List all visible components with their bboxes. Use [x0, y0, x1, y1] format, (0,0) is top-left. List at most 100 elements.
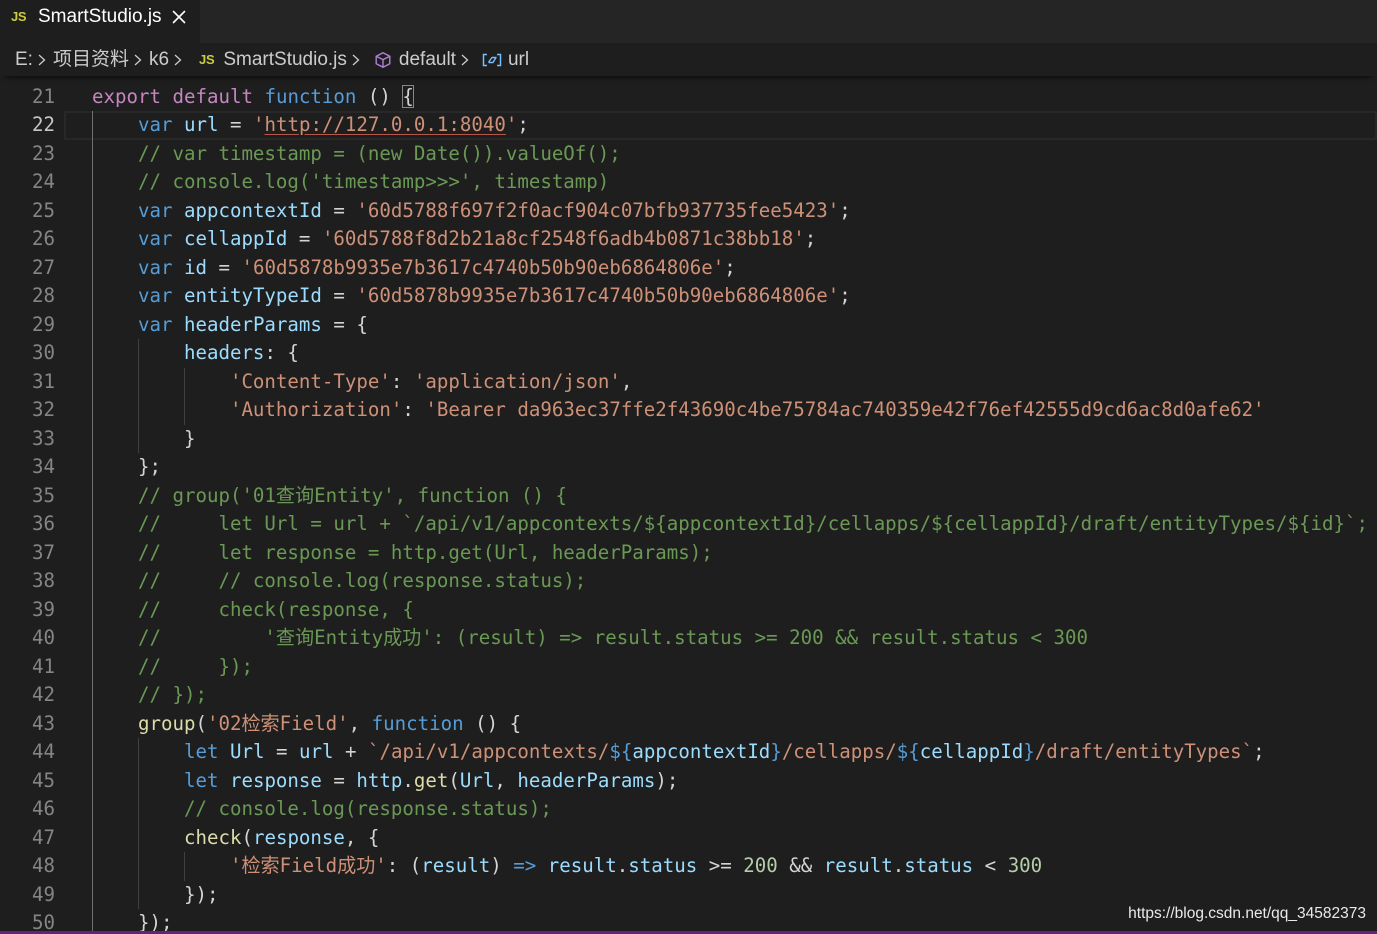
code-token: &&	[777, 854, 824, 878]
indent-guide	[183, 396, 185, 425]
tab-close-button[interactable]	[170, 8, 188, 26]
code-token: = {	[321, 312, 368, 336]
indent-guide	[92, 823, 93, 853]
line-number: 21	[32, 84, 55, 108]
code-token: ;	[724, 255, 736, 279]
code-line[interactable]: // let response = http.get(Url, headerPa…	[92, 538, 1377, 568]
watermark: https://blog.csdn.net/qq_34582373	[1128, 905, 1366, 922]
line-number: 22	[32, 113, 55, 137]
line-number: 33	[32, 426, 55, 450]
code-editor[interactable]: 21 22 23 24 25 26 27 28 29 30 31 32 33 34 35 36 37 38 39 40…	[0, 76, 1377, 931]
breadcrumb-item-symbol-default[interactable]: default	[367, 43, 456, 76]
code-token: ${	[896, 740, 920, 764]
code-token: '60d5788f8d2b21a8cf2548f6adb4b0871c38bb1…	[321, 227, 805, 251]
code-token: (	[195, 711, 207, 735]
code-token: result	[421, 854, 491, 878]
line-number: 42	[32, 683, 55, 707]
code-token: id	[183, 255, 207, 279]
code-line[interactable]: let response = http.get(Url, headerParam…	[92, 766, 1377, 796]
code-line[interactable]: '检索Field成功': (result) => result.status >…	[92, 852, 1377, 881]
code-line[interactable]: var appcontextId = '60d5788f697f2f0acf90…	[92, 196, 1377, 226]
breadcrumb-item-symbol-url[interactable]: url	[476, 43, 529, 76]
code-token: ;	[839, 198, 851, 222]
code-line[interactable]: // '查询Entity成功': (result) => result.stat…	[92, 624, 1377, 653]
breadcrumb-item-file[interactable]: JS SmartStudio.js	[189, 43, 347, 76]
code-token: // '查询Entity成功': (result) => result.stat…	[92, 626, 1089, 650]
indent-guide	[137, 424, 139, 454]
code-line[interactable]: headers: {	[92, 339, 1377, 368]
code-token: let	[92, 740, 219, 764]
code-line[interactable]: // var timestamp = (new Date()).valueOf(…	[92, 139, 1377, 169]
code-token: .	[892, 854, 905, 878]
indent-guide	[92, 766, 93, 796]
code-line[interactable]: var cellappId = '60d5788f8d2b21a8cf2548f…	[92, 225, 1377, 254]
code-line[interactable]: };	[92, 453, 1377, 482]
chevron-right-icon	[461, 54, 469, 65]
code-token: // });	[92, 654, 253, 678]
code-token: =	[321, 768, 357, 792]
breadcrumb-item-drive[interactable]: E:	[15, 43, 33, 76]
code-line[interactable]: }	[92, 424, 1377, 454]
code-lines[interactable]: export default function () { var url = '…	[92, 76, 1377, 931]
code-token: () {	[463, 711, 522, 735]
code-line[interactable]: // let Url = url + `/api/v1/appcontexts/…	[92, 510, 1377, 539]
indent-guide	[92, 709, 93, 739]
code-line[interactable]: // check(response, {	[92, 595, 1377, 625]
line-number: 28	[32, 284, 55, 308]
code-token: var	[92, 255, 173, 279]
line-number: 23	[32, 141, 55, 165]
code-token: };	[92, 455, 161, 479]
code-token: result	[547, 854, 617, 878]
code-token: ()	[356, 84, 403, 108]
code-token: headers	[92, 341, 265, 365]
symbol-method-icon	[375, 51, 391, 68]
code-token: +	[333, 740, 368, 764]
code-line[interactable]: group('02检索Field', function () {	[92, 709, 1377, 739]
code-token: default	[172, 84, 253, 108]
code-token: // });	[92, 683, 207, 707]
code-line[interactable]: let Url = url + `/api/v1/appcontexts/${a…	[92, 738, 1377, 767]
line-number: 27	[32, 255, 55, 279]
code-line[interactable]: // });	[92, 681, 1377, 710]
code-line[interactable]: var entityTypeId = '60d5878b9935e7b3617c…	[92, 282, 1377, 311]
line-number: 49	[32, 882, 55, 906]
code-line[interactable]: // console.log('timestamp>>>', timestamp…	[92, 168, 1377, 197]
code-token: // var timestamp = (new Date()).valueOf(…	[92, 141, 621, 165]
code-line[interactable]: export default function () {	[92, 83, 1377, 112]
code-line[interactable]: // });	[92, 652, 1377, 682]
code-token: ,	[348, 711, 372, 735]
indent-guide	[92, 481, 93, 511]
code-line[interactable]: 'Authorization': 'Bearer da963ec37ffe2f4…	[92, 396, 1377, 425]
code-token: =	[218, 113, 253, 137]
code-token: '60d5878b9935e7b3617c4740b50b90eb6864806…	[356, 284, 840, 308]
code-line[interactable]: 'Content-Type': 'application/json',	[92, 367, 1377, 397]
code-line[interactable]: var url = 'http://127.0.0.1:8040';	[92, 111, 1377, 140]
close-icon	[172, 10, 186, 24]
indent-guide	[92, 595, 93, 625]
code-line[interactable]: check(response, {	[92, 823, 1377, 853]
indent-guide	[92, 139, 93, 169]
code-line[interactable]: var id = '60d5878b9935e7b3617c4740b50b90…	[92, 253, 1377, 283]
code-token: Url	[459, 768, 495, 792]
code-line[interactable]: // group('01查询Entity', function () {	[92, 481, 1377, 511]
code-token: .	[402, 768, 414, 792]
code-token: http://127.0.0.1:8040	[264, 113, 506, 137]
breadcrumb-item-folder-k6[interactable]: k6	[149, 43, 169, 76]
code-line[interactable]: var headerParams = {	[92, 310, 1377, 340]
code-line[interactable]: // console.log(response.status);	[92, 795, 1377, 824]
code-token: response	[252, 825, 345, 849]
line-number: 50	[32, 911, 55, 931]
tab-smartstudio-js[interactable]: JS SmartStudio.js	[0, 0, 200, 43]
code-token: ;	[839, 284, 851, 308]
breadcrumb-item-folder-project[interactable]: 项目资料	[53, 43, 129, 76]
line-number: 29	[32, 312, 55, 336]
code-token: .	[616, 854, 629, 878]
code-token: function	[371, 711, 464, 735]
code-line[interactable]: // // console.log(response.status);	[92, 567, 1377, 596]
code-token: 200	[743, 854, 778, 878]
code-token: '	[505, 113, 518, 137]
